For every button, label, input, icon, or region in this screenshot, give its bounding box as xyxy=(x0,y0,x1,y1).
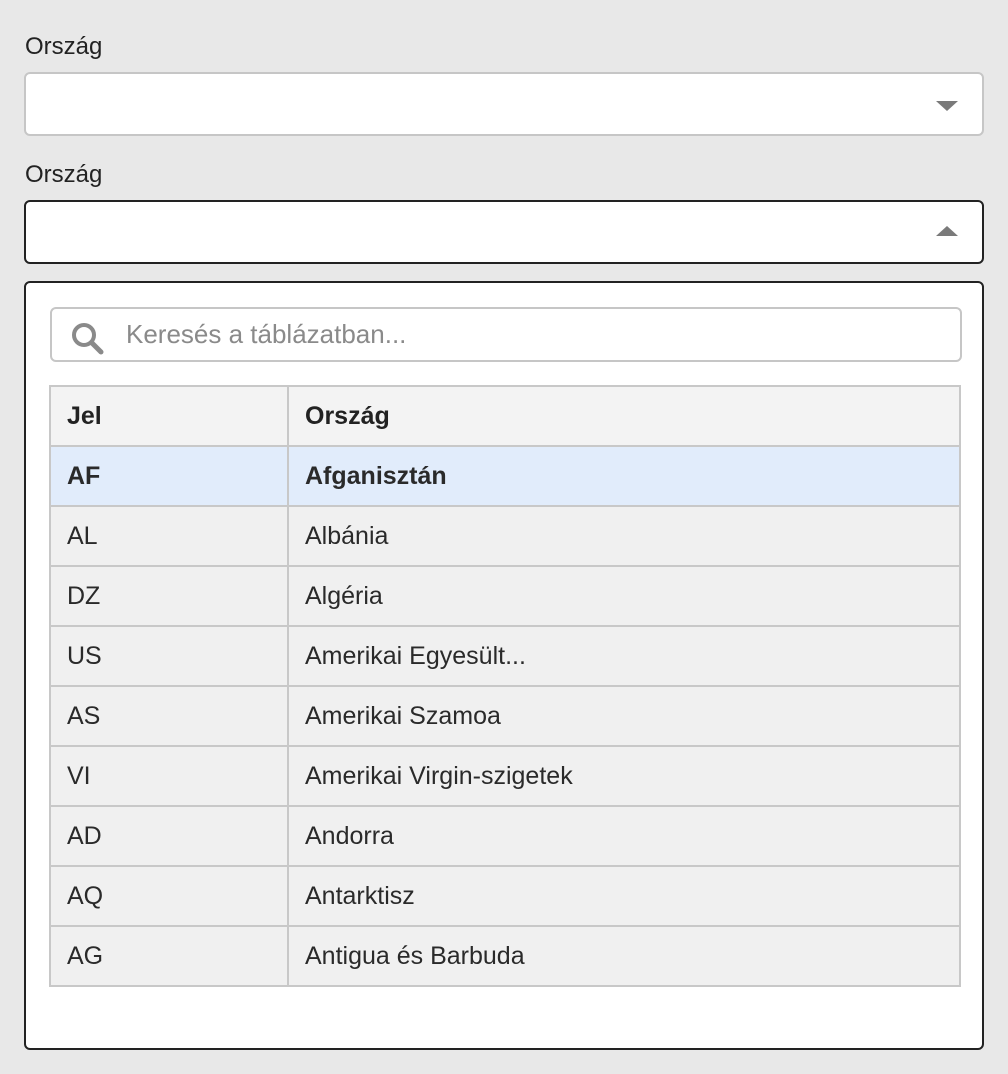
country-select-closed[interactable] xyxy=(24,72,984,136)
table-header-row: Jel Ország xyxy=(49,385,961,447)
cell-country: Amerikai Egyesült... xyxy=(287,625,961,687)
country-field-label-1: Ország xyxy=(25,33,103,60)
table-row[interactable]: US Amerikai Egyesült... xyxy=(49,625,961,687)
column-header-code[interactable]: Jel xyxy=(49,385,289,447)
table-row[interactable]: AL Albánia xyxy=(49,505,961,567)
cell-country: Andorra xyxy=(287,805,961,867)
column-header-country[interactable]: Ország xyxy=(287,385,961,447)
chevron-down-icon xyxy=(936,101,958,111)
cell-code: AD xyxy=(49,805,289,867)
chevron-up-icon xyxy=(936,226,958,236)
cell-code: DZ xyxy=(49,565,289,627)
cell-code: AG xyxy=(49,925,289,987)
country-field-label-2: Ország xyxy=(25,161,103,188)
table-row[interactable]: AF Afganisztán xyxy=(49,445,961,507)
cell-country: Antigua és Barbuda xyxy=(287,925,961,987)
cell-code: AL xyxy=(49,505,289,567)
table-row[interactable]: AG Antigua és Barbuda xyxy=(49,925,961,987)
table-row[interactable]: AQ Antarktisz xyxy=(49,865,961,927)
table-row[interactable]: DZ Algéria xyxy=(49,565,961,627)
table-row[interactable]: AS Amerikai Szamoa xyxy=(49,685,961,747)
search-input[interactable] xyxy=(126,309,946,360)
cell-country: Antarktisz xyxy=(287,865,961,927)
table-row[interactable]: VI Amerikai Virgin-szigetek xyxy=(49,745,961,807)
cell-code: AS xyxy=(49,685,289,747)
cell-code: AQ xyxy=(49,865,289,927)
cell-code: US xyxy=(49,625,289,687)
search-icon xyxy=(72,323,104,355)
cell-country: Afganisztán xyxy=(287,445,961,507)
cell-country: Amerikai Virgin-szigetek xyxy=(287,745,961,807)
country-table: Jel Ország AF Afganisztán AL Albánia DZ … xyxy=(49,385,961,987)
table-row[interactable]: AD Andorra xyxy=(49,805,961,867)
cell-code: AF xyxy=(49,445,289,507)
country-select-open[interactable] xyxy=(24,200,984,264)
cell-code: VI xyxy=(49,745,289,807)
country-dropdown-panel: Jel Ország AF Afganisztán AL Albánia DZ … xyxy=(24,281,984,1050)
table-search-box[interactable] xyxy=(50,307,962,362)
cell-country: Amerikai Szamoa xyxy=(287,685,961,747)
cell-country: Algéria xyxy=(287,565,961,627)
cell-country: Albánia xyxy=(287,505,961,567)
